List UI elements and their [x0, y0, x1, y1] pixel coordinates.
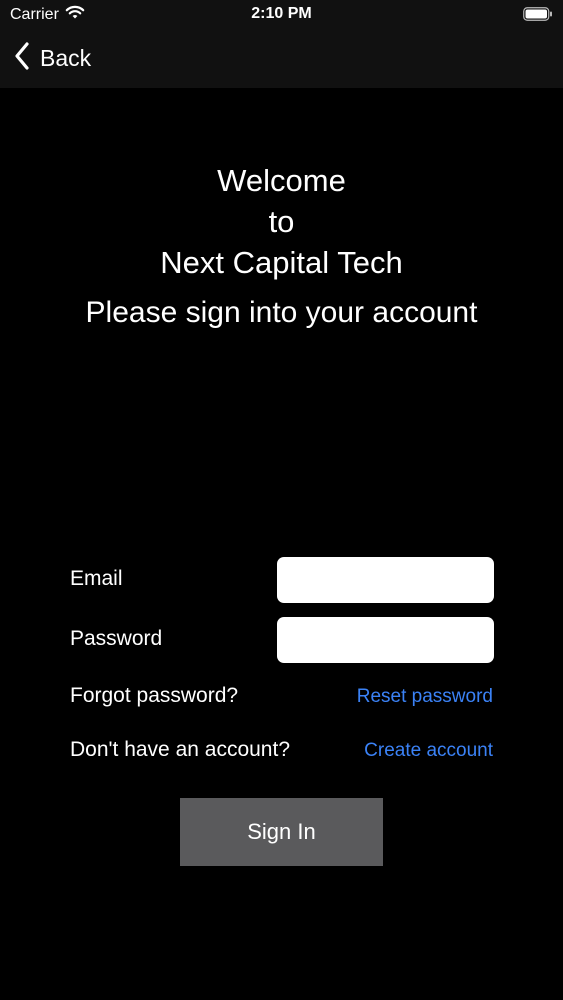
email-field[interactable]: [277, 557, 494, 603]
back-label: Back: [40, 44, 92, 71]
back-button[interactable]: Back: [14, 41, 92, 75]
status-time: 2:10 PM: [251, 5, 312, 22]
welcome-line-2: to: [268, 204, 295, 239]
chevron-left-icon: [14, 41, 30, 75]
password-field[interactable]: [277, 617, 494, 663]
welcome-heading: Welcome to Next Capital Tech: [0, 160, 563, 283]
create-account-link[interactable]: Create account: [364, 740, 493, 762]
sign-in-button[interactable]: Sign In: [180, 798, 383, 866]
email-label: Email: [70, 567, 123, 590]
welcome-line-3: Next Capital Tech: [160, 245, 403, 280]
navigation-bar: Back: [0, 30, 563, 88]
reset-password-link[interactable]: Reset password: [357, 686, 493, 708]
no-account-label: Don't have an account?: [70, 738, 290, 761]
status-bar: Carrier 2:10 PM: [0, 0, 563, 30]
welcome-line-1: Welcome: [217, 163, 346, 198]
password-label: Password: [70, 627, 163, 650]
forgot-password-label: Forgot password?: [70, 684, 239, 707]
sign-in-subtitle: Please sign into your account: [85, 296, 478, 329]
battery-icon: [523, 7, 553, 21]
